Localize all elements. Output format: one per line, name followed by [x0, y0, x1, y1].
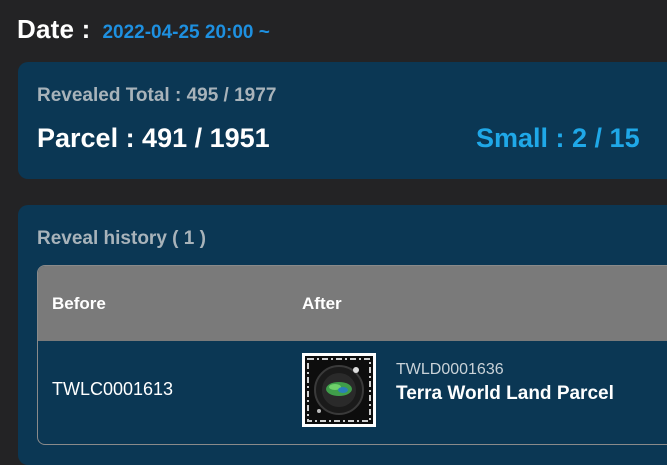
- column-header-before: Before: [52, 294, 106, 313]
- column-header-after: After: [302, 294, 342, 313]
- parcel-count: Parcel : 491 / 1951: [37, 123, 270, 153]
- revealed-total-text: Revealed Total : 495 / 1977: [37, 85, 277, 106]
- before-token-id: TWLC0001613: [52, 379, 174, 399]
- reveal-history-table: Before After TWLC0001613 TWLD0001636 Ter…: [37, 265, 667, 445]
- summary-card: Revealed Total : 495 / 1977 Parcel : 491…: [18, 62, 667, 179]
- table-header: Before After: [38, 266, 667, 341]
- date-value[interactable]: 2022-04-25 20:00 ~: [102, 22, 269, 44]
- table-row[interactable]: TWLC0001613 TWLD0001636 Terra World Land…: [38, 341, 667, 444]
- reveal-history-card: Reveal history ( 1 ) Before After TWLC00…: [18, 205, 667, 465]
- land-parcel-nft-icon[interactable]: [302, 353, 376, 427]
- reveal-history-title: Reveal history ( 1 ): [37, 228, 206, 249]
- small-count: Small : 2 / 15: [476, 123, 640, 153]
- after-item-name: Terra World Land Parcel: [396, 383, 614, 404]
- date-header: Date : 2022-04-25 20:00 ~: [17, 14, 270, 45]
- after-token-id: TWLD0001636: [396, 361, 504, 378]
- date-label: Date :: [17, 14, 91, 44]
